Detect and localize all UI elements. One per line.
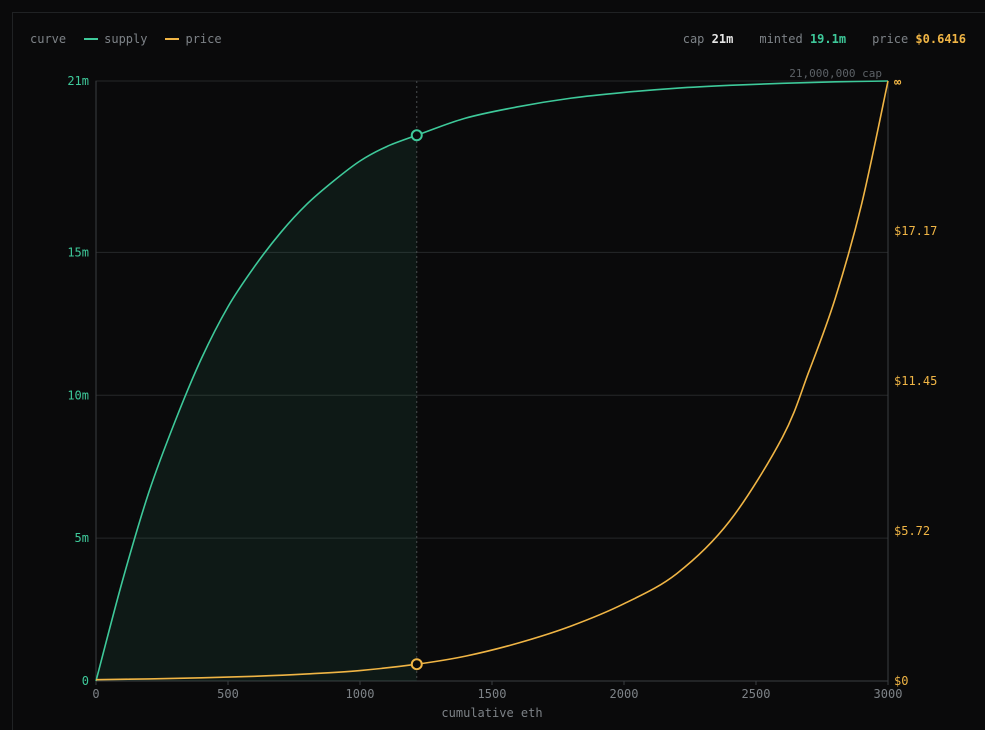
x-tick-label: 0 <box>92 687 99 701</box>
x-tick-label: 3000 <box>874 687 903 701</box>
marker-point-price <box>410 658 423 671</box>
x-tick-label: 500 <box>217 687 239 701</box>
y-right-tick-label: $17.17 <box>894 224 937 238</box>
y-left-tick-label: 10m <box>67 388 89 402</box>
marker-point-supply <box>410 129 423 142</box>
minted-area <box>96 135 417 682</box>
x-axis-label: cumulative eth <box>441 706 542 717</box>
y-left-tick-label: 21m <box>67 74 89 88</box>
y-right-tick-label: $0 <box>894 674 908 688</box>
x-tick-label: 1000 <box>346 687 375 701</box>
y-left-tick-label: 0 <box>82 674 89 688</box>
y-right-tick-label: ∞ <box>894 75 902 89</box>
cap-annotation: 21,000,000 cap <box>789 67 882 80</box>
bonding-curve-chart: 0 5m 10m 15m 21m $0 $5.72 $11.45 $17.17 ∞ 0 500 1000… <box>67 67 937 717</box>
y-right-tick-label: $11.45 <box>894 374 937 388</box>
y-left-tick-label: 5m <box>75 531 89 545</box>
x-tick-label: 1500 <box>478 687 507 701</box>
x-tick-label: 2500 <box>742 687 771 701</box>
y-left-tick-label: 15m <box>67 245 89 259</box>
x-tick-label: 2000 <box>610 687 639 701</box>
y-right-tick-label: $5.72 <box>894 524 930 538</box>
